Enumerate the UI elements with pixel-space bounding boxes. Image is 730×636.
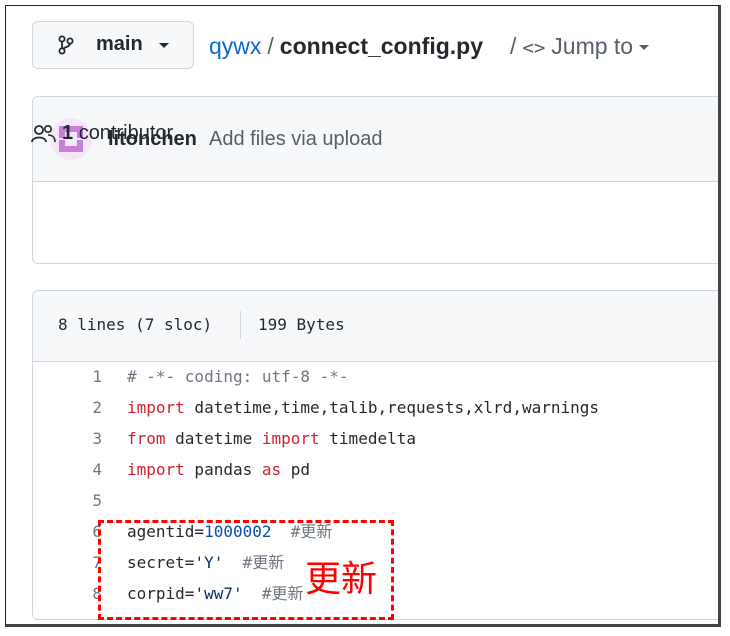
people-icon xyxy=(31,124,56,143)
divider xyxy=(240,311,241,339)
line-number[interactable]: 4 xyxy=(72,454,102,485)
line-number[interactable]: 2 xyxy=(72,392,102,423)
code-token: pandas xyxy=(184,460,262,479)
commit-message-link[interactable]: Add files via upload xyxy=(209,128,382,151)
breadcrumb-separator: / xyxy=(267,33,274,59)
code-token: datetime xyxy=(165,429,262,448)
file-info-bar: 8 lines (7 sloc) 199 Bytes xyxy=(33,291,718,362)
screenshot-frame: main qywx / connect_config.py / <> Jump to l… xyxy=(5,5,721,627)
line-code: import datetime,time,talib,requests,xlrd… xyxy=(127,392,599,423)
breadcrumb: qywx / connect_config.py xyxy=(209,33,483,60)
code-line: 5 xyxy=(32,485,718,516)
branch-name: main xyxy=(96,33,143,55)
code-token: import xyxy=(261,429,320,448)
breadcrumb-file-name: connect_config.py xyxy=(279,33,483,59)
file-lines-info: 8 lines (7 sloc) xyxy=(58,315,213,334)
code-token: pd xyxy=(281,460,311,479)
line-number[interactable]: 5 xyxy=(72,485,102,516)
caret-down-icon xyxy=(639,45,650,51)
caret-down-icon xyxy=(159,43,169,48)
contributors-row xyxy=(33,181,718,265)
branch-select-button[interactable]: main xyxy=(32,21,194,69)
code-token: # -*- coding: utf-8 -*- xyxy=(127,367,349,386)
line-code: from datetime import timedelta xyxy=(127,423,416,454)
code-token: datetime,time,talib,requests,xlrd,warnin… xyxy=(184,398,600,417)
code-line: 4 import pandas as pd xyxy=(32,454,718,485)
file-size: 199 Bytes xyxy=(258,315,345,334)
code-token: as xyxy=(261,460,282,479)
annotation-note: 更新 xyxy=(305,559,378,600)
line-code: # -*- coding: utf-8 -*- xyxy=(127,361,349,392)
contributors-link[interactable]: 1 contributor xyxy=(62,122,173,145)
code-token: import xyxy=(127,398,185,417)
code-icon: <> xyxy=(522,37,546,59)
breadcrumb-repo-link[interactable]: qywx xyxy=(209,33,261,59)
contributors-label: contributor xyxy=(78,122,174,144)
code-token: timedelta xyxy=(319,429,416,448)
jump-to-label: Jump to xyxy=(551,33,634,59)
contributors-count: 1 xyxy=(62,122,74,144)
line-number[interactable]: 3 xyxy=(72,423,102,454)
code-line: 2 import datetime,time,talib,requests,xlr… xyxy=(32,392,718,423)
jump-separator: / xyxy=(510,33,517,59)
code-token: import xyxy=(127,460,185,479)
code-line: 1 # -*- coding: utf-8 -*- xyxy=(32,361,718,392)
line-code: import pandas as pd xyxy=(127,454,310,485)
code-token: from xyxy=(127,429,166,448)
line-number[interactable]: 1 xyxy=(72,361,102,392)
git-branch-icon xyxy=(58,35,74,55)
jump-to-button[interactable]: / <> Jump to xyxy=(510,33,650,60)
code-line: 3 from datetime import timedelta xyxy=(32,423,718,454)
